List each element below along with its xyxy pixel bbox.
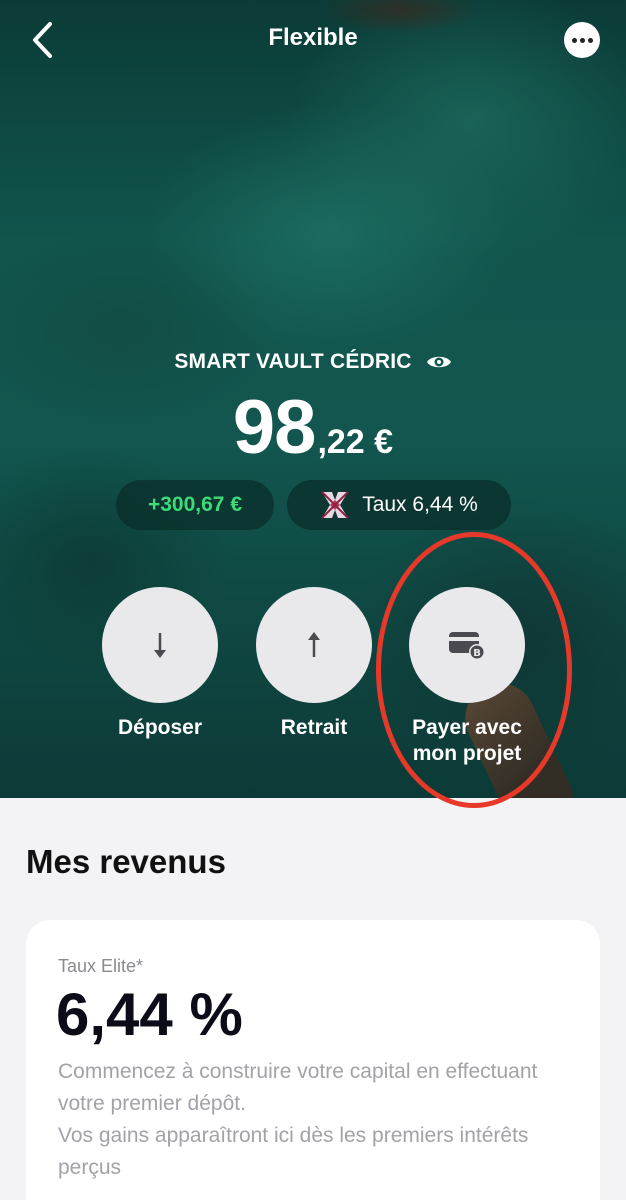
earnings-card: Taux Elite* 6,44 % Commencez à construir… <box>26 920 600 1200</box>
balance-integer: 98 <box>232 385 317 470</box>
deposit-button[interactable] <box>102 587 218 703</box>
rate-value: Taux 6,44 % <box>362 493 478 516</box>
pay-with-project-button[interactable]: B <box>409 587 525 703</box>
withdraw-label: Retrait <box>280 716 348 739</box>
page-title: Flexible <box>268 24 358 51</box>
earnings-description-1: Commencez à construire votre capital en … <box>58 1060 538 1115</box>
pay-label-line2: mon projet <box>412 742 522 765</box>
pay-with-project-action[interactable]: B Payer avec mon projet <box>408 587 526 767</box>
deposit-label: Déposer <box>117 716 203 739</box>
more-horizontal-icon <box>571 37 593 43</box>
project-logo-icon <box>321 491 349 519</box>
earnings-description: Commencez à construire votre capital en … <box>58 1056 578 1184</box>
vault-balance: 98 ,22 € <box>0 384 626 471</box>
elite-rate-value: 6,44 % <box>56 981 243 1048</box>
arrow-down-icon <box>154 633 166 658</box>
svg-text:B: B <box>473 648 481 659</box>
pay-label-line1: Payer avec <box>412 716 522 739</box>
withdraw-action[interactable]: Retrait <box>256 587 372 741</box>
top-bar: Flexible <box>0 0 626 80</box>
pay-with-project-label: Payer avec mon projet <box>408 715 526 767</box>
elite-rate-label: Taux Elite* <box>58 956 144 976</box>
card-bitcoin-icon: B <box>449 632 485 660</box>
balance-decimal: ,22 € <box>317 423 394 461</box>
deposit-action[interactable]: Déposer <box>102 587 218 741</box>
arrow-up-icon <box>308 632 320 657</box>
vault-name-row: SMART VAULT CÉDRIC <box>0 350 626 374</box>
rate-badge[interactable]: Taux 6,44 % <box>287 480 511 530</box>
eye-icon[interactable] <box>426 353 452 371</box>
gain-badge: +300,67 € <box>116 480 274 530</box>
withdraw-button[interactable] <box>256 587 372 703</box>
earnings-section-title: Mes revenus <box>26 843 226 880</box>
earnings-description-2: Vos gains apparaîtront ici dès les premi… <box>58 1124 529 1179</box>
vault-name: SMART VAULT CÉDRIC <box>174 350 412 373</box>
more-button[interactable] <box>564 22 600 58</box>
gain-value: +300,67 € <box>147 493 242 516</box>
